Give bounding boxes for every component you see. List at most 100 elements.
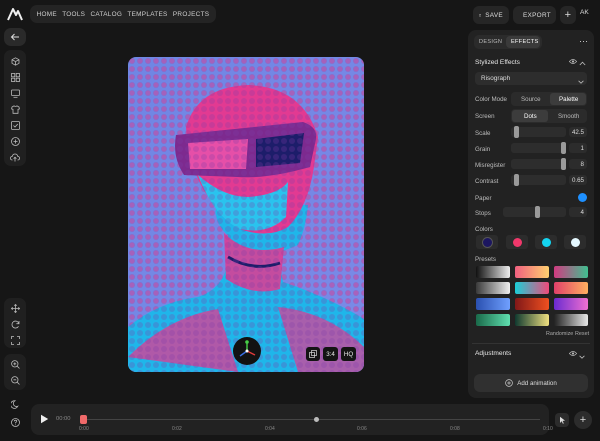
section-title: Stylized Effects [475, 59, 520, 66]
contrast-knob[interactable] [514, 174, 520, 186]
add-animation-button[interactable]: Add animation [474, 374, 588, 392]
stops-value[interactable]: 4 [569, 207, 587, 217]
stops-knob[interactable] [535, 206, 541, 218]
contrast-label: Contrast [475, 178, 499, 185]
color-swatch-3[interactable] [535, 235, 557, 249]
cursor-icon [559, 416, 565, 424]
top-nav: HOME TOOLS CATALOG TEMPLATES PROJECTS [30, 5, 216, 23]
presets-label: Presets [475, 256, 496, 263]
nav-catalog[interactable]: CATALOG [90, 11, 122, 18]
preset-5[interactable] [515, 282, 549, 294]
export-button[interactable]: EXPORT [513, 6, 556, 24]
preset-12[interactable] [554, 314, 588, 326]
plus-icon: + [564, 9, 572, 21]
add-button[interactable]: + [560, 6, 576, 24]
tab-design[interactable]: DESIGN [479, 39, 502, 45]
playhead[interactable] [80, 415, 87, 424]
arrow-left-icon [10, 33, 19, 41]
scale-knob[interactable] [514, 126, 520, 138]
preset-2[interactable] [515, 266, 549, 278]
plus-circle-icon [505, 379, 513, 387]
more-icon[interactable]: ⋯ [579, 36, 588, 47]
grain-value[interactable]: 1 [569, 143, 587, 153]
chevron-down-icon [578, 77, 584, 86]
color-swatch-2[interactable] [506, 235, 528, 249]
axis-gizmo-icon [239, 340, 256, 357]
layers-button[interactable] [306, 347, 320, 361]
tick-label: 0:00 [79, 426, 89, 432]
keyframe-marker[interactable] [314, 417, 319, 422]
preset-3[interactable] [554, 266, 588, 278]
upload-cloud-icon[interactable] [6, 148, 24, 166]
stops-slider[interactable] [503, 206, 566, 218]
preset-4[interactable] [476, 282, 510, 294]
timeline-track[interactable] [82, 419, 540, 420]
color-mode-palette[interactable]: Palette [559, 96, 578, 103]
scale-slider[interactable] [511, 126, 566, 138]
quality-button[interactable]: HQ [341, 347, 356, 361]
divider [472, 343, 590, 344]
nav-tools[interactable]: TOOLS [62, 11, 85, 18]
adjustments-chevron-icon[interactable] [579, 352, 585, 361]
save-icon [479, 13, 482, 17]
stops-label: Stops [475, 210, 491, 217]
nav-home[interactable]: HOME [37, 11, 57, 18]
misregister-label: Misregister [475, 162, 506, 169]
preset-10[interactable] [476, 314, 510, 326]
fit-screen-icon[interactable] [6, 331, 24, 349]
tick-label: 0:02 [172, 426, 182, 432]
screen-label: Screen [475, 113, 495, 120]
preset-6[interactable] [554, 282, 588, 294]
app-logo[interactable] [6, 6, 24, 22]
paper-label: Paper [475, 195, 492, 202]
chevron-up-icon[interactable] [579, 59, 586, 68]
add-keyframe-button[interactable]: + [574, 411, 592, 429]
nav-projects[interactable]: PROJECTS [173, 11, 210, 18]
color-mode-source[interactable]: Source [521, 96, 541, 103]
preset-9[interactable] [554, 298, 588, 310]
preset-7[interactable] [476, 298, 510, 310]
zoom-out-icon[interactable] [6, 371, 24, 389]
play-icon[interactable] [40, 414, 49, 426]
back-button[interactable] [4, 28, 26, 46]
eye-icon[interactable] [568, 58, 578, 67]
contrast-value[interactable]: 0.65 [569, 175, 587, 185]
color-swatch-4[interactable] [564, 235, 586, 249]
preset-11[interactable] [515, 314, 549, 326]
export-label: EXPORT [523, 11, 551, 19]
preset-8[interactable] [515, 298, 549, 310]
avatar[interactable]: AK [580, 9, 589, 16]
scale-value[interactable]: 42.5 [569, 127, 587, 137]
cursor-tool-button[interactable] [555, 413, 569, 427]
adjustments-title[interactable]: Adjustments [475, 350, 511, 357]
screen-dots[interactable]: Dots [524, 113, 537, 120]
help-icon[interactable] [6, 413, 24, 431]
color-mode-label: Color Mode [475, 96, 507, 103]
tick-label: 0:04 [265, 426, 275, 432]
grain-slider[interactable] [511, 142, 566, 154]
scale-label: Scale [475, 130, 491, 137]
tab-effects[interactable]: EFFECTS [511, 39, 539, 45]
grain-knob[interactable] [561, 142, 566, 154]
nav-templates[interactable]: TEMPLATES [127, 11, 167, 18]
randomize-button[interactable]: Randomize [546, 331, 573, 337]
colors-label: Colors [475, 226, 493, 233]
misregister-knob[interactable] [561, 158, 566, 170]
transform-gizmo[interactable] [233, 337, 261, 365]
current-time: 00:00 [56, 416, 71, 422]
misregister-value[interactable]: 8 [569, 159, 587, 169]
save-label: SAVE [485, 11, 503, 19]
moon-icon[interactable] [6, 395, 24, 413]
layers-icon [309, 350, 317, 358]
aspect-ratio-button[interactable]: 3:4 [323, 347, 338, 361]
reset-button[interactable]: Reset [575, 331, 589, 337]
color-swatch-1[interactable] [476, 235, 498, 249]
save-button[interactable]: SAVE [473, 6, 509, 24]
adjustments-eye-icon[interactable] [568, 350, 578, 359]
canvas-artwork[interactable]: 3:4 HQ [128, 57, 364, 372]
screen-smooth[interactable]: Smooth [558, 113, 579, 120]
preset-1[interactable] [476, 266, 510, 278]
misregister-slider[interactable] [511, 158, 566, 170]
paper-color-swatch[interactable] [578, 193, 587, 202]
contrast-slider[interactable] [511, 174, 566, 186]
